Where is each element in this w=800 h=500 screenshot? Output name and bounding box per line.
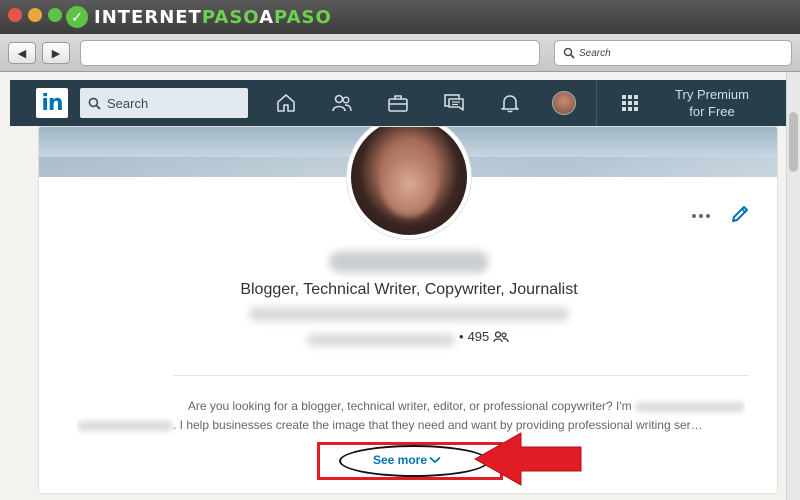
connections-count[interactable]: • 495 [459, 329, 509, 344]
work-grid-icon[interactable] [622, 95, 638, 111]
profile-name-blurred [329, 251, 489, 273]
profile-summary: Are you looking for a blogger, technical… [77, 397, 745, 435]
browser-search-field[interactable]: Search [554, 40, 792, 66]
vertical-scrollbar[interactable] [786, 72, 800, 500]
linkedin-search-input[interactable]: Search [80, 88, 248, 118]
scroll-thumb[interactable] [789, 112, 798, 172]
browser-toolbar: ◀ ▶ Search [0, 34, 800, 72]
brand-logo-icon: ✓ [66, 6, 88, 28]
linkedin-search-placeholder: Search [107, 95, 149, 111]
summary-line-1: Are you looking for a blogger, technical… [77, 397, 745, 416]
minimize-window-button[interactable] [28, 8, 42, 22]
section-divider [173, 375, 749, 376]
page-viewport: in Search Try Premium for Free Blogger, … [0, 72, 800, 500]
chevron-down-icon [429, 456, 441, 464]
notifications-icon[interactable] [498, 92, 522, 114]
more-options-icon[interactable] [689, 209, 713, 223]
zoom-window-button[interactable] [48, 8, 62, 22]
messaging-icon[interactable] [442, 92, 466, 114]
see-more-label: See more [373, 453, 428, 467]
forward-arrow-icon: ▶ [51, 47, 61, 60]
search-icon [563, 47, 575, 59]
connections-number: 495 [467, 329, 490, 344]
linkedin-header: in Search Try Premium for Free [10, 80, 786, 126]
header-divider [596, 80, 597, 126]
me-avatar[interactable] [552, 91, 576, 115]
summary-line-2: . I help businesses create the image tha… [77, 416, 745, 435]
profile-headline: Blogger, Technical Writer, Copywriter, J… [240, 281, 578, 298]
profile-location-blurred [307, 334, 455, 346]
brand-text: INTERNETPASOAPASO [94, 6, 332, 28]
address-bar[interactable] [80, 40, 540, 66]
window-titlebar: ✓ INTERNETPASOAPASO [0, 0, 800, 34]
connections-bullet: • [459, 329, 464, 344]
summary-mid: . I help businesses create the image tha… [173, 418, 703, 432]
profile-company-blurred [249, 307, 569, 321]
back-button[interactable]: ◀ [8, 42, 36, 64]
red-pointer-arrow-icon [473, 432, 582, 486]
see-more-button[interactable]: See more [373, 453, 441, 467]
try-premium-link[interactable]: Try Premium for Free [670, 86, 754, 120]
connections-people-icon [493, 330, 509, 342]
summary-start: Are you looking for a blogger, technical… [187, 399, 632, 413]
my-network-icon[interactable] [330, 92, 354, 114]
profile-photo[interactable] [347, 127, 471, 239]
forward-button[interactable]: ▶ [42, 42, 70, 64]
jobs-icon[interactable] [386, 92, 410, 114]
search-icon [88, 97, 101, 110]
premium-line-2: for Free [689, 104, 735, 119]
watermark-logo: ✓ INTERNETPASOAPASO [66, 4, 332, 30]
home-icon[interactable] [274, 92, 298, 114]
premium-line-1: Try Premium [675, 87, 749, 102]
profile-card: Blogger, Technical Writer, Copywriter, J… [38, 126, 778, 494]
browser-search-placeholder: Search [579, 47, 611, 59]
edit-pencil-icon[interactable] [729, 203, 751, 225]
close-window-button[interactable] [8, 8, 22, 22]
linkedin-logo[interactable]: in [36, 88, 68, 118]
back-arrow-icon: ◀ [17, 47, 27, 60]
